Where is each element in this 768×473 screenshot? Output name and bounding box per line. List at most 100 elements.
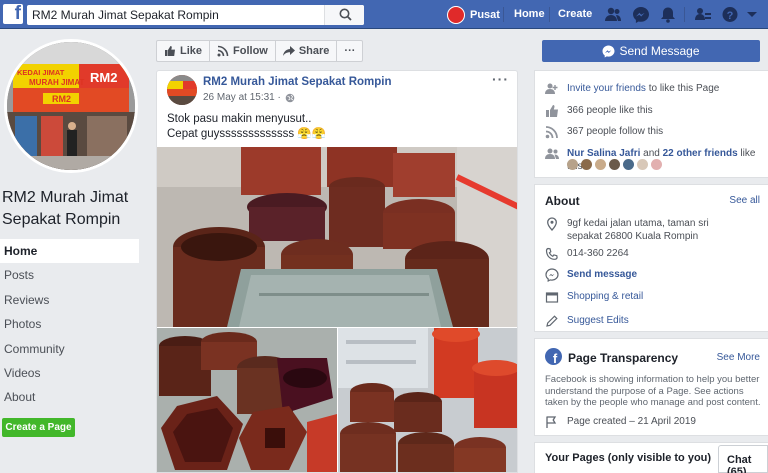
quick-help-icon[interactable]	[694, 6, 712, 23]
send-message-button[interactable]: Send Message	[542, 40, 760, 62]
other-friends-link[interactable]: 22 other friends	[663, 148, 738, 159]
rss-follow-icon	[217, 45, 229, 57]
flag-icon	[546, 416, 557, 428]
phone-number[interactable]: 014-360 2264	[567, 247, 629, 260]
transparency-description: Facebook is showing information to help …	[545, 374, 761, 408]
post-photo-second[interactable]	[157, 328, 337, 472]
create-page-button[interactable]: Create a Page	[2, 418, 75, 437]
globe-public-icon	[285, 93, 295, 102]
nav-item-posts[interactable]: Posts	[0, 263, 139, 287]
invite-friends-text: to like this Page	[645, 83, 720, 94]
follow-label: Follow	[233, 45, 268, 57]
top-navigation-bar: f Pusat Home Create ?	[0, 0, 768, 29]
post-options-button[interactable]: ···	[492, 71, 509, 87]
friend-avatars	[567, 159, 662, 170]
like-button[interactable]: Like	[156, 40, 211, 62]
avatar[interactable]	[567, 159, 578, 170]
send-message-label: Send Message	[619, 44, 700, 58]
author-avatar-image	[167, 75, 197, 105]
search-box	[27, 5, 364, 25]
post-timestamp[interactable]: 26 May at 15:31 ·	[203, 92, 295, 103]
nav-item-about[interactable]: About	[0, 385, 139, 409]
friends-icon	[545, 148, 559, 159]
chat-tab[interactable]: Chat (65)	[718, 445, 768, 473]
about-see-all-link[interactable]: See all	[729, 195, 760, 206]
page-navigation: Home Posts Reviews Photos Community Vide…	[0, 239, 139, 410]
post-photo-main[interactable]	[157, 147, 517, 327]
avatar[interactable]	[595, 159, 606, 170]
profile-name: Pusat	[470, 8, 500, 21]
page-created-text: Page created – 21 April 2019	[567, 416, 696, 427]
avatar[interactable]	[623, 159, 634, 170]
notifications-bell-icon[interactable]	[659, 6, 677, 23]
post-text-line: Cepat guysssssssssssss 😤😤	[167, 128, 327, 140]
friend-name-link[interactable]: Nur Salina Jafri	[567, 148, 640, 159]
avatar[interactable]	[651, 159, 662, 170]
search-icon	[339, 8, 352, 21]
sign-text: RM2	[90, 70, 117, 85]
help-question-icon[interactable]: ?	[721, 6, 739, 23]
category-link[interactable]: Shopping & retail	[567, 290, 643, 303]
follows-row: 367 people follow this	[545, 125, 663, 139]
transparency-title: Page Transparency	[568, 351, 679, 365]
share-button[interactable]: Share	[274, 40, 338, 62]
plant-pots-photo	[157, 147, 517, 327]
avatar[interactable]	[637, 159, 648, 170]
nav-item-community[interactable]: Community	[0, 337, 139, 361]
svg-text:?: ?	[727, 10, 734, 22]
sign-text: MURAH JIMAT	[29, 78, 85, 87]
create-link[interactable]: Create	[558, 8, 592, 20]
invite-friends-icon	[545, 83, 558, 94]
avatar	[447, 5, 465, 24]
page-actions-bar: Like Follow Share ···	[156, 40, 364, 62]
post-author-avatar[interactable]	[167, 75, 197, 105]
messenger-icon	[602, 45, 615, 57]
invite-friends-link[interactable]: Invite your friends	[567, 83, 646, 94]
suggest-edits-row: Suggest Edits	[545, 314, 629, 328]
friends-and-text: and	[640, 148, 663, 159]
nav-item-videos[interactable]: Videos	[0, 361, 139, 385]
page-created-row: Page created – 21 April 2019	[545, 415, 696, 429]
suggest-edits-link[interactable]: Suggest Edits	[567, 314, 629, 327]
like-label: Like	[180, 45, 203, 57]
thumbs-up-icon	[546, 105, 558, 117]
plant-pots-photo	[338, 328, 517, 472]
messenger-icon	[545, 268, 559, 282]
about-title: About	[545, 194, 580, 208]
divider	[503, 7, 504, 22]
post-author-name[interactable]: RM2 Murah Jimat Sepakat Rompin	[203, 76, 392, 88]
svg-text:f: f	[553, 351, 558, 365]
follow-button[interactable]: Follow	[209, 40, 276, 62]
messenger-icon[interactable]	[632, 6, 650, 23]
shopping-bag-icon	[545, 292, 559, 303]
invite-friends-row: Invite your friends to like this Page	[545, 82, 719, 96]
avatar[interactable]	[581, 159, 592, 170]
account-dropdown-icon[interactable]	[746, 6, 758, 23]
search-input[interactable]	[27, 5, 327, 25]
friend-requests-icon[interactable]	[604, 6, 622, 23]
profile-link[interactable]: Pusat	[447, 4, 500, 25]
transparency-see-more-link[interactable]: See More	[717, 352, 760, 363]
post-text-line: Stok pasu makin menyusut..	[167, 113, 312, 125]
send-message-link[interactable]: Send message	[567, 268, 637, 281]
phone-icon	[545, 247, 558, 260]
avatar[interactable]	[609, 159, 620, 170]
your-pages-title: Your Pages (only visible to you)	[545, 452, 712, 464]
page-profile-picture[interactable]: KEDAI JIMAT MURAH JIMAT RM2 RM2	[4, 39, 138, 173]
address-row: 9gf kedai jalan utama, taman sri sepakat…	[545, 217, 745, 243]
facebook-logo-icon[interactable]: f	[3, 3, 23, 24]
home-link[interactable]: Home	[514, 8, 545, 20]
post-photo-third[interactable]	[338, 328, 517, 472]
page-title: RM2 Murah Jimat Sepakat Rompin	[2, 189, 129, 228]
category-row: Shopping & retail	[545, 290, 643, 304]
nav-item-reviews[interactable]: Reviews	[0, 288, 139, 312]
nav-item-home[interactable]: Home	[0, 239, 139, 264]
post-time-text: 26 May at 15:31 ·	[203, 92, 281, 103]
post-text: Stok pasu makin menyusut.. Cepat guyssss…	[167, 112, 326, 142]
more-options-button[interactable]: ···	[336, 40, 364, 62]
post-card: RM2 Murah Jimat Sepakat Rompin 26 May at…	[156, 70, 518, 473]
nav-item-photos[interactable]: Photos	[0, 312, 139, 336]
search-button[interactable]	[324, 5, 364, 25]
share-arrow-icon	[282, 46, 295, 56]
community-card: Invite your friends to like this Page 36…	[534, 70, 768, 178]
